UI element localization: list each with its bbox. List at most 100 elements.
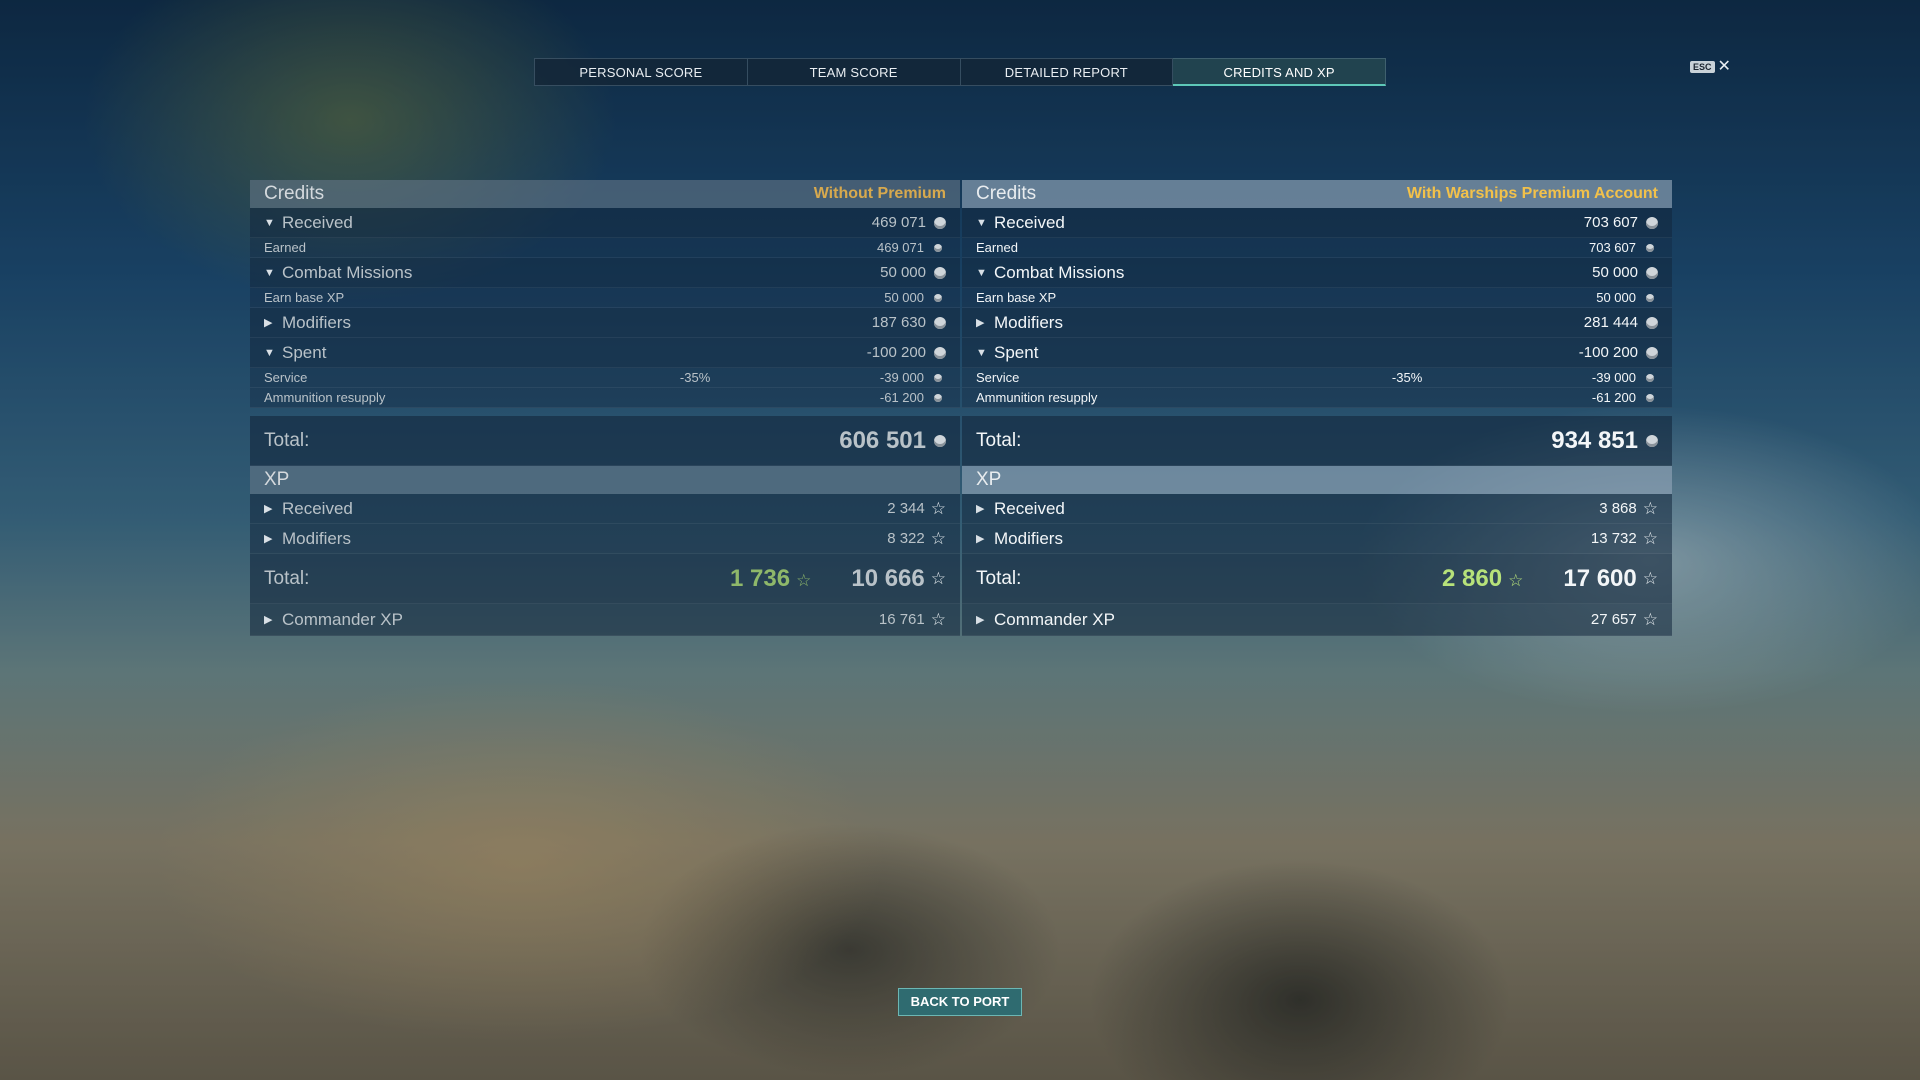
row-value: 50 000 — [1592, 264, 1638, 281]
credits-total-row: Total: 934 851 — [962, 416, 1672, 466]
caret-down-icon: ▼ — [264, 346, 275, 359]
modifiers-row[interactable]: ▶ Modifiers 281 444 — [962, 308, 1672, 338]
row-label: Service — [976, 370, 1020, 385]
row-value: 13 732 — [1590, 530, 1637, 547]
combat-missions-row[interactable]: ▼ Combat Missions 50 000 — [962, 258, 1672, 288]
spent-row[interactable]: ▼ Spent -100 200 — [962, 338, 1672, 368]
xp-title: XP — [976, 469, 1002, 490]
credits-coin-icon — [934, 346, 946, 359]
total-label: Total: — [264, 429, 310, 451]
tab-bar: PERSONAL SCORE TEAM SCORE DETAILED REPOR… — [534, 58, 1386, 86]
credits-coin-icon — [1646, 393, 1654, 402]
tab-team-score[interactable]: TEAM SCORE — [747, 58, 961, 86]
row-value: -100 200 — [1578, 344, 1638, 361]
combat-missions-row[interactable]: ▼ Combat Missions 50 000 — [250, 258, 960, 288]
row-value: 27 657 — [1590, 611, 1637, 628]
credits-coin-icon — [934, 216, 946, 229]
row-label: Ammunition resupply — [976, 390, 1098, 405]
credits-coin-icon — [934, 373, 942, 382]
row-value: 703 607 — [1589, 240, 1636, 255]
earn-base-xp-row: Earn base XP 50 000 — [250, 288, 960, 308]
credits-header: Credits With Warships Premium Account — [962, 180, 1672, 208]
xp-star-icon: ☆ — [1642, 609, 1658, 629]
panel-with-premium: Credits With Warships Premium Account ▼ … — [962, 180, 1672, 636]
back-to-port-button[interactable]: BACK TO PORT — [898, 988, 1022, 1016]
xp-star-icon: ☆ — [1642, 528, 1658, 548]
caret-down-icon: ▼ — [264, 266, 275, 279]
received-row[interactable]: ▼ Received 703 607 — [962, 208, 1672, 238]
xp-header: XP — [250, 466, 960, 494]
close-icon: ✕ — [1717, 58, 1731, 75]
credits-coin-icon — [1646, 346, 1658, 359]
xp-received-row[interactable]: ▶ Received 2 344 ☆ — [250, 494, 960, 524]
caret-right-icon: ▶ — [976, 317, 985, 329]
xp-total-value: 17 600 — [1563, 564, 1637, 592]
row-label: Received — [994, 498, 1065, 518]
premium-note: With Warships Premium Account — [1406, 185, 1658, 202]
row-label: Earn base XP — [976, 290, 1057, 305]
row-label: Commander XP — [994, 609, 1115, 629]
row-label: Spent — [282, 342, 327, 362]
service-discount: -35% — [1391, 370, 1423, 385]
row-label: Service — [264, 370, 308, 385]
row-value: 2 344 — [887, 500, 925, 517]
received-row[interactable]: ▼ Received 469 071 — [250, 208, 960, 238]
credits-coin-icon — [934, 393, 942, 402]
row-value: -61 200 — [879, 390, 924, 405]
credits-total-value: 934 851 — [1551, 426, 1638, 454]
caret-right-icon: ▶ — [976, 533, 985, 545]
caret-right-icon: ▶ — [264, 317, 273, 329]
earn-base-xp-row: Earn base XP 50 000 — [962, 288, 1672, 308]
row-label: Modifiers — [282, 528, 351, 548]
xp-received-row[interactable]: ▶ Received 3 868 ☆ — [962, 494, 1672, 524]
xp-total-row: Total: 1 736 ☆ 10 666 ☆ — [250, 554, 960, 604]
commander-xp-row[interactable]: ▶ Commander XP 27 657 ☆ — [962, 604, 1672, 636]
row-value: 50 000 — [880, 264, 926, 281]
row-value: 50 000 — [884, 290, 924, 305]
credits-coin-icon — [1646, 243, 1654, 252]
free-xp-value: 2 860 ☆ — [1442, 565, 1523, 593]
caret-right-icon: ▶ — [264, 614, 273, 626]
total-label: Total: — [264, 567, 310, 589]
xp-star-icon: ☆ — [1642, 498, 1658, 518]
xp-star-icon: ☆ — [930, 528, 946, 548]
total-label: Total: — [976, 429, 1022, 451]
row-value: -39 000 — [1591, 370, 1636, 385]
row-label: Modifiers — [994, 312, 1063, 332]
caret-down-icon: ▼ — [976, 346, 987, 359]
caret-right-icon: ▶ — [264, 503, 273, 515]
spent-row[interactable]: ▼ Spent -100 200 — [250, 338, 960, 368]
row-label: Received — [282, 498, 353, 518]
row-label: Combat Missions — [282, 262, 413, 282]
row-label: Earn base XP — [264, 290, 345, 305]
commander-xp-row[interactable]: ▶ Commander XP 16 761 ☆ — [250, 604, 960, 636]
tab-credits-and-xp[interactable]: CREDITS AND XP — [1173, 58, 1386, 86]
xp-total-row: Total: 2 860 ☆ 17 600 ☆ — [962, 554, 1672, 604]
xp-modifiers-row[interactable]: ▶ Modifiers 8 322 ☆ — [250, 524, 960, 554]
credits-coin-icon — [1646, 266, 1658, 279]
row-label: Ammunition resupply — [264, 390, 386, 405]
caret-right-icon: ▶ — [976, 614, 985, 626]
credits-coin-icon — [1646, 434, 1658, 447]
row-value: 469 071 — [877, 240, 924, 255]
xp-header: XP — [962, 466, 1672, 494]
credits-coin-icon — [934, 266, 946, 279]
total-label: Total: — [976, 567, 1022, 589]
row-value: 50 000 — [1596, 290, 1636, 305]
row-label: Combat Missions — [994, 262, 1125, 282]
xp-star-icon: ☆ — [930, 609, 946, 629]
xp-star-icon: ☆ — [930, 498, 946, 518]
xp-modifiers-row[interactable]: ▶ Modifiers 13 732 ☆ — [962, 524, 1672, 554]
tab-personal-score[interactable]: PERSONAL SCORE — [534, 58, 748, 86]
close-button[interactable]: ESC ✕ — [1690, 58, 1731, 75]
free-xp-star-icon: ☆ — [1508, 570, 1524, 590]
row-value: -39 000 — [879, 370, 924, 385]
caret-down-icon: ▼ — [976, 266, 987, 279]
modifiers-row[interactable]: ▶ Modifiers 187 630 — [250, 308, 960, 338]
credits-total-row: Total: 606 501 — [250, 416, 960, 466]
credits-coin-icon — [934, 243, 942, 252]
row-label: Spent — [994, 342, 1039, 362]
credits-coin-icon — [1646, 216, 1658, 229]
tab-detailed-report[interactable]: DETAILED REPORT — [960, 58, 1174, 86]
xp-star-icon: ☆ — [1642, 568, 1658, 588]
